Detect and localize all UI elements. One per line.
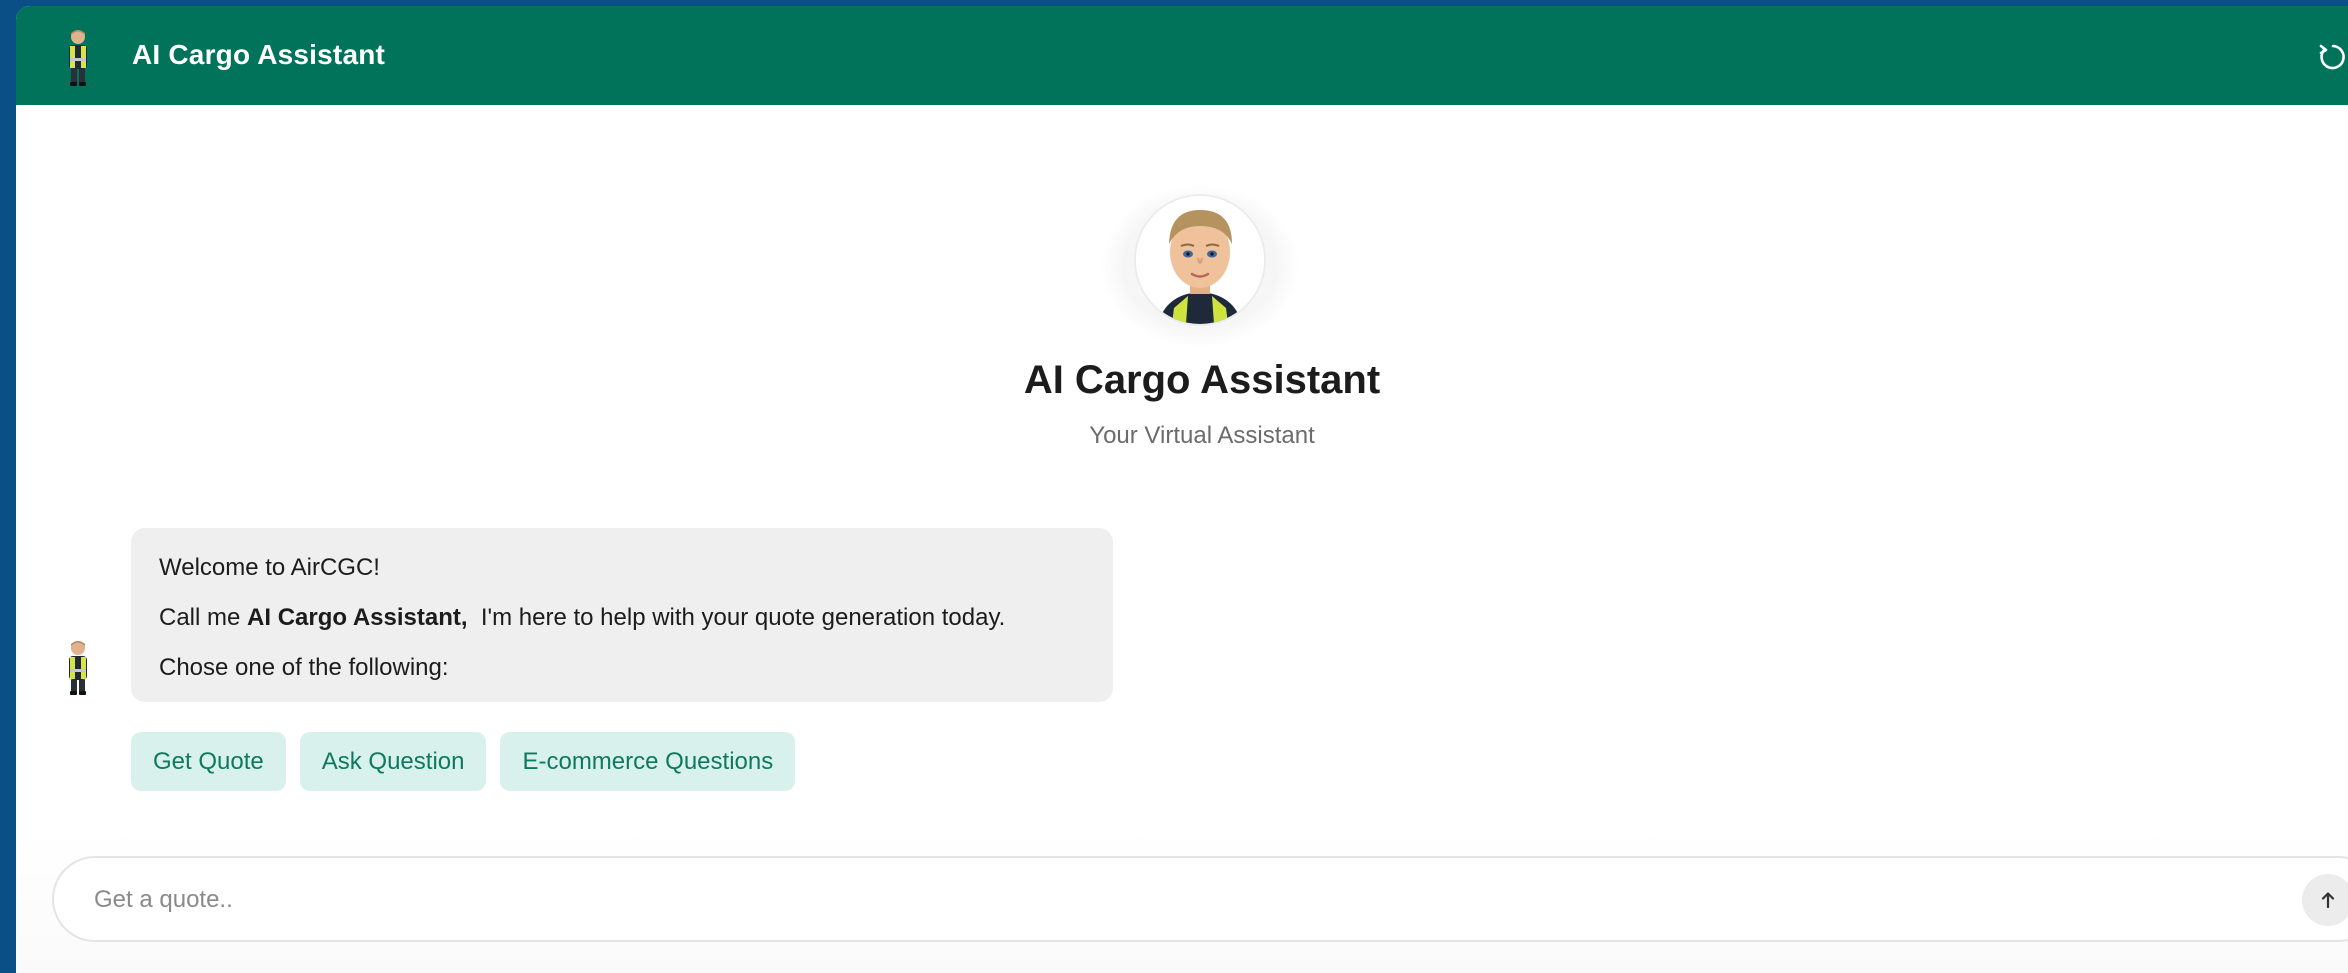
- message-composer: [52, 856, 2348, 942]
- message-intro-prefix: Call me: [159, 604, 248, 631]
- message-line-welcome: Welcome to AirCGC!: [159, 554, 380, 581]
- assistant-message-bubble: Welcome to AirCGC! Call me AI Cargo Assi…: [131, 528, 1113, 702]
- get-quote-button[interactable]: Get Quote: [131, 732, 286, 791]
- message-line-prompt: Chose one of the following:: [159, 654, 449, 681]
- assistant-avatar-icon: [69, 30, 87, 86]
- message-line-intro: Call me AI Cargo Assistant, I'm here to …: [159, 604, 1085, 632]
- message-assistant-name: AI Cargo Assistant,: [247, 604, 468, 631]
- refresh-icon[interactable]: [2316, 40, 2348, 74]
- ecommerce-questions-button[interactable]: E-commerce Questions: [500, 732, 796, 791]
- hero-subtitle: Your Virtual Assistant: [1089, 422, 1315, 449]
- hero-title: AI Cargo Assistant: [1023, 358, 1381, 402]
- hero-avatar-container: [1102, 186, 1298, 346]
- assistant-avatar-icon: [69, 641, 87, 695]
- ask-question-button[interactable]: Ask Question: [299, 732, 487, 791]
- assistant-avatar-icon: [1136, 196, 1264, 324]
- chat-window: AI Cargo Assistant AI Cargo Assistant Yo…: [16, 6, 2348, 973]
- message-input[interactable]: [92, 878, 2276, 922]
- message-intro-suffix: I'm here to help with your quote generat…: [467, 604, 1006, 631]
- send-button[interactable]: [2302, 874, 2348, 926]
- header-title: AI Cargo Assistant: [132, 39, 386, 70]
- arrow-up-icon: [2321, 892, 2335, 909]
- assistant-avatar: [1136, 196, 1264, 324]
- chat-header: AI Cargo Assistant: [16, 6, 2348, 105]
- quick-reply-options: Get Quote Ask Question E-commerce Questi…: [131, 732, 796, 791]
